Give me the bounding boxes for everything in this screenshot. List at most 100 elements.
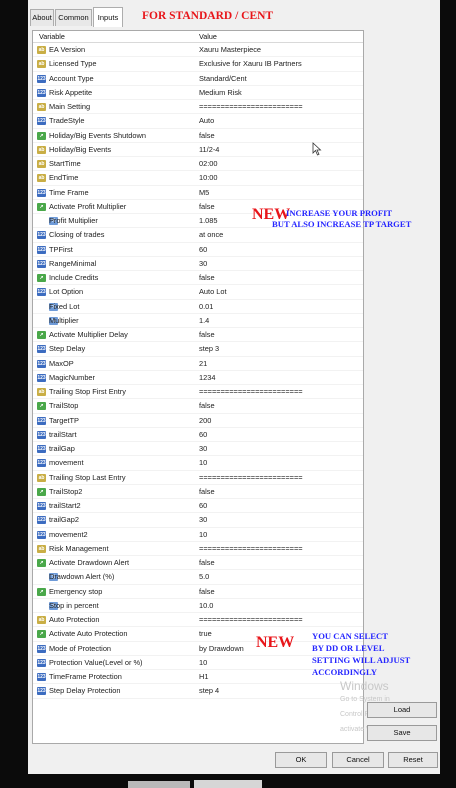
param-value[interactable]: at once (199, 228, 223, 242)
table-row[interactable]: 123 movement 10 (33, 456, 363, 471)
table-row[interactable]: 123 TargetTP 200 (33, 414, 363, 428)
param-value[interactable]: false (199, 556, 215, 570)
param-value[interactable]: 60 (199, 243, 207, 257)
table-row[interactable]: 123 trailStart2 60 (33, 499, 363, 514)
table-row[interactable]: 123 movement2 10 (33, 528, 363, 542)
table-row[interactable]: 123 Risk Appetite Medium Risk (33, 86, 363, 100)
table-row[interactable]: ↗ Activate Drawdown Alert false (33, 556, 363, 571)
param-value[interactable]: ======================== (199, 100, 303, 114)
ok-button[interactable]: OK (275, 752, 327, 768)
param-value[interactable]: Auto Lot (199, 285, 227, 299)
table-row[interactable]: ½ Fixed Lot 0.01 (33, 300, 363, 314)
table-row[interactable]: ab Auto Protection =======================… (33, 613, 363, 628)
cancel-button[interactable]: Cancel (332, 752, 384, 768)
param-value[interactable]: 5.0 (199, 570, 209, 584)
param-value[interactable]: by Drawdown (199, 642, 244, 656)
param-value[interactable]: step 4 (199, 684, 219, 698)
param-value[interactable]: false (199, 585, 215, 599)
table-row[interactable]: 123 RangeMinimal 30 (33, 257, 363, 271)
param-value[interactable]: step 3 (199, 342, 219, 356)
table-row[interactable]: 123 trailGap2 30 (33, 513, 363, 528)
table-row[interactable]: 123 MaxOP 21 (33, 357, 363, 371)
param-value[interactable]: Standard/Cent (199, 72, 247, 86)
param-value[interactable]: 60 (199, 428, 207, 442)
param-value[interactable]: ======================== (199, 613, 303, 627)
table-row[interactable]: ab Risk Management =======================… (33, 542, 363, 556)
table-row[interactable]: ↗ Holiday/Big Events Shutdown false (33, 129, 363, 143)
param-value[interactable]: 10 (199, 528, 207, 542)
save-button[interactable]: Save (367, 725, 437, 741)
table-row[interactable]: 123 trailGap 30 (33, 442, 363, 457)
table-row[interactable]: 123 Lot Option Auto Lot (33, 285, 363, 300)
table-row[interactable]: ↗ Emergency stop false (33, 585, 363, 599)
param-value[interactable]: ======================== (199, 471, 303, 485)
tab-about[interactable]: About (30, 9, 54, 26)
tab-inputs[interactable]: Inputs (93, 7, 123, 27)
param-value[interactable]: 60 (199, 499, 207, 513)
param-value[interactable]: ======================== (199, 385, 303, 399)
table-row[interactable]: ½ Stop in percent 10.0 (33, 599, 363, 613)
table-row[interactable]: 123 Closing of trades at once (33, 228, 363, 243)
table-row[interactable]: ab Main Setting ======================== (33, 100, 363, 115)
table-row[interactable]: ½ Multiplier 1.4 (33, 314, 363, 328)
table-row[interactable]: 123 Account Type Standard/Cent (33, 72, 363, 86)
load-button[interactable]: Load (367, 702, 437, 718)
param-value[interactable]: 11/2-4 (199, 143, 219, 157)
table-row[interactable]: ab Trailing Stop First Entry =============… (33, 385, 363, 400)
param-value[interactable]: false (199, 200, 215, 214)
param-value[interactable]: 10 (199, 656, 207, 670)
param-value[interactable]: 10:00 (199, 171, 218, 185)
table-row[interactable]: ab Licensed Type Exclusive for Xauru IB Pa… (33, 57, 363, 72)
param-value[interactable]: 21 (199, 357, 207, 371)
param-value[interactable]: 10.0 (199, 599, 213, 613)
table-row[interactable]: 123 Step Delay step 3 (33, 342, 363, 357)
param-value[interactable]: 0.01 (199, 300, 213, 314)
taskbar-thumbnail-2[interactable] (194, 780, 262, 788)
table-row[interactable]: ↗ TrailStop false (33, 399, 363, 414)
table-row[interactable]: ↗ Activate Multiplier Delay false (33, 328, 363, 343)
param-value[interactable]: 1.4 (199, 314, 209, 328)
param-value[interactable]: 30 (199, 513, 207, 527)
param-value[interactable]: 1234 (199, 371, 215, 385)
table-row[interactable]: 123 TradeStyle Auto (33, 114, 363, 129)
param-value[interactable]: Medium Risk (199, 86, 242, 100)
param-value[interactable]: Xauru Masterpiece (199, 43, 261, 57)
param-value[interactable]: false (199, 129, 215, 143)
tab-common[interactable]: Common (55, 9, 92, 26)
param-value[interactable]: 1.085 (199, 214, 218, 228)
param-value[interactable]: Auto (199, 114, 214, 128)
inputs-dialog: About Common Inputs FOR STANDARD / CENT … (28, 0, 440, 774)
param-value[interactable]: 30 (199, 257, 207, 271)
param-value[interactable]: ======================== (199, 542, 303, 556)
reset-button[interactable]: Reset (388, 752, 438, 768)
param-value[interactable]: 200 (199, 414, 211, 428)
table-row[interactable]: 123 trailStart 60 (33, 428, 363, 442)
int-param-icon: 123 (37, 644, 46, 653)
table-row[interactable]: ab Trailing Stop Last Entry ==============… (33, 471, 363, 485)
param-value[interactable]: false (199, 485, 215, 499)
table-row[interactable]: ↗ TrailStop2 false (33, 485, 363, 499)
table-row[interactable]: 123 Time Frame M5 (33, 186, 363, 200)
param-value[interactable]: H1 (199, 670, 208, 684)
param-value[interactable]: Exclusive for Xauru IB Partners (199, 57, 302, 71)
int-param-icon: 123 (37, 459, 46, 468)
param-value[interactable]: M5 (199, 186, 209, 200)
table-row[interactable]: ½ Drawdown Alert (%) 5.0 (33, 570, 363, 585)
table-row[interactable]: ab StartTime 02:00 (33, 157, 363, 172)
table-row[interactable]: 123 Step Delay Protection step 4 (33, 684, 363, 699)
taskbar-thumbnail-1[interactable] (128, 781, 190, 788)
param-name: trailGap (49, 444, 75, 453)
param-value[interactable]: 02:00 (199, 157, 218, 171)
table-row[interactable]: 123 TPFirst 60 (33, 243, 363, 257)
table-row[interactable]: ab EA Version Xauru Masterpiece (33, 43, 363, 58)
param-value[interactable]: false (199, 271, 215, 285)
bool-param-icon: ↗ (37, 587, 46, 596)
param-value[interactable]: false (199, 399, 215, 413)
table-row[interactable]: ↗ Include Credits false (33, 271, 363, 286)
param-value[interactable]: 10 (199, 456, 207, 470)
param-value[interactable]: true (199, 627, 212, 641)
param-value[interactable]: 30 (199, 442, 207, 456)
table-row[interactable]: 123 MagicNumber 1234 (33, 371, 363, 385)
param-value[interactable]: false (199, 328, 215, 342)
table-row[interactable]: ab EndTime 10:00 (33, 171, 363, 186)
